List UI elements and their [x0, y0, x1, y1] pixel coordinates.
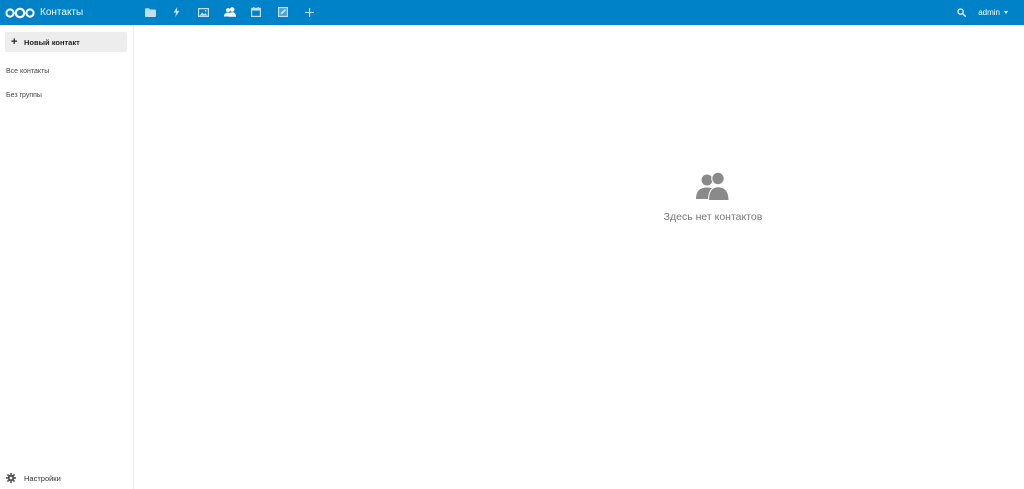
settings-label: Настройки — [24, 473, 61, 483]
sidebar-item-no-group[interactable]: Без группы — [6, 92, 42, 99]
folder-icon — [144, 4, 156, 22]
chevron-down-icon — [1004, 11, 1008, 14]
nav-notes[interactable] — [270, 0, 297, 25]
nav-gallery[interactable] — [190, 0, 217, 25]
header-right: admin — [954, 0, 1024, 25]
plus-icon: + — [11, 35, 18, 48]
app-navigation — [137, 0, 323, 25]
nav-more-apps[interactable] — [296, 0, 323, 25]
empty-state: Здесь нет контактов — [134, 171, 1024, 223]
nav-contacts[interactable] — [217, 0, 244, 25]
settings-button[interactable]: Настройки — [6, 473, 61, 483]
nextcloud-logo-icon[interactable] — [5, 7, 35, 19]
calendar-icon — [251, 4, 262, 22]
edit-square-icon — [277, 4, 288, 22]
user-name: admin — [978, 8, 1000, 17]
search-button[interactable] — [954, 0, 968, 25]
user-menu[interactable]: admin — [978, 8, 1008, 17]
image-icon — [197, 4, 209, 22]
logo-area[interactable]: Контакты — [0, 0, 135, 25]
new-contact-label: Новый контакт — [24, 37, 80, 47]
nav-calendar[interactable] — [243, 0, 270, 25]
search-icon — [957, 4, 966, 22]
app-title: Контакты — [40, 7, 84, 18]
gear-icon — [6, 473, 16, 483]
lightning-icon — [173, 4, 180, 22]
sidebar-item-all-contacts[interactable]: Все контакты — [6, 68, 49, 75]
contacts-icon — [223, 4, 236, 22]
new-contact-button[interactable]: + Новый контакт — [5, 32, 127, 52]
plus-icon — [304, 4, 314, 22]
empty-state-text: Здесь нет контактов — [663, 211, 763, 223]
nav-files[interactable] — [137, 0, 164, 25]
contacts-icon — [696, 171, 730, 201]
sidebar: + Новый контакт Все контакты Без группы — [0, 25, 134, 489]
main-content: Здесь нет контактов — [134, 25, 1024, 489]
header-bar: Контакты admin — [0, 0, 1024, 25]
nav-activity[interactable] — [164, 0, 191, 25]
